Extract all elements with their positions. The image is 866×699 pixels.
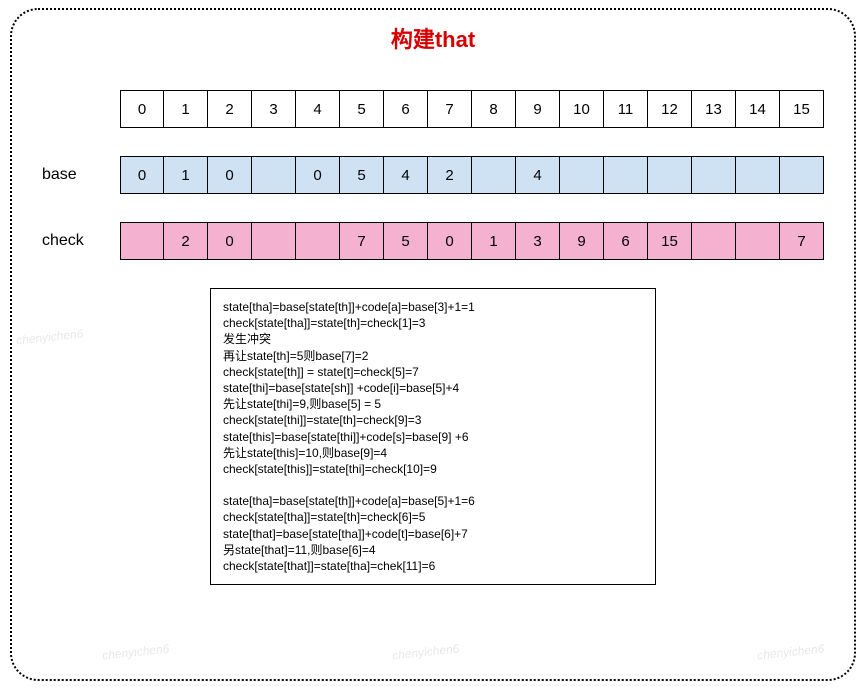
array-cell [736, 156, 780, 194]
array-cell: 3 [516, 222, 560, 260]
array-cell [252, 156, 296, 194]
array-cell [648, 156, 692, 194]
array-cell: 0 [120, 90, 164, 128]
array-cell: 1 [164, 156, 208, 194]
array-cell: 0 [208, 222, 252, 260]
array-cell: 9 [560, 222, 604, 260]
base-row: base 01005424 [42, 156, 824, 194]
array-cell: 7 [780, 222, 824, 260]
index-cells: 0123456789101112131415 [120, 90, 824, 128]
watermark: chenyichen6 [15, 327, 83, 348]
check-row-label: check [42, 232, 120, 250]
watermark: chenyichen6 [756, 642, 824, 663]
array-cell: 1 [164, 90, 208, 128]
array-cell: 5 [384, 222, 428, 260]
array-cell: 12 [648, 90, 692, 128]
array-cell [736, 222, 780, 260]
index-row: 0123456789101112131415 [42, 90, 824, 128]
array-cell: 2 [208, 90, 252, 128]
array-cell [472, 156, 516, 194]
check-cells: 207501396157 [120, 222, 824, 260]
array-cell [252, 222, 296, 260]
array-cell: 2 [164, 222, 208, 260]
notes-box: state[tha]=base[state[th]]+code[a]=base[… [210, 288, 656, 585]
array-cell: 0 [208, 156, 252, 194]
array-cell: 7 [428, 90, 472, 128]
array-cell [120, 222, 164, 260]
array-cell: 0 [296, 156, 340, 194]
array-cell: 3 [252, 90, 296, 128]
diagram-frame: 构建that 0123456789101112131415 base 01005… [10, 8, 856, 681]
array-cell: 0 [428, 222, 472, 260]
page: 构建that 0123456789101112131415 base 01005… [0, 0, 866, 699]
array-cell: 6 [604, 222, 648, 260]
base-cells: 01005424 [120, 156, 824, 194]
diagram-title: 构建that [42, 22, 824, 54]
array-cell: 6 [384, 90, 428, 128]
array-cell [296, 222, 340, 260]
array-cell [692, 156, 736, 194]
array-cell: 5 [340, 90, 384, 128]
array-cell: 9 [516, 90, 560, 128]
watermark: chenyichen6 [391, 642, 459, 663]
array-cell: 15 [648, 222, 692, 260]
array-cell [560, 156, 604, 194]
array-cell: 15 [780, 90, 824, 128]
base-row-label: base [42, 166, 120, 184]
array-cell [692, 222, 736, 260]
array-cell: 8 [472, 90, 516, 128]
array-cell: 2 [428, 156, 472, 194]
array-cell: 14 [736, 90, 780, 128]
array-cell: 13 [692, 90, 736, 128]
array-cell: 10 [560, 90, 604, 128]
array-cell: 4 [384, 156, 428, 194]
array-cell: 4 [516, 156, 560, 194]
watermark: chenyichen6 [101, 642, 169, 663]
array-cell: 7 [340, 222, 384, 260]
array-cell: 5 [340, 156, 384, 194]
array-cell [604, 156, 648, 194]
array-cell: 11 [604, 90, 648, 128]
array-cell: 1 [472, 222, 516, 260]
array-cell [780, 156, 824, 194]
check-row: check 207501396157 [42, 222, 824, 260]
array-cell: 4 [296, 90, 340, 128]
array-cell: 0 [120, 156, 164, 194]
